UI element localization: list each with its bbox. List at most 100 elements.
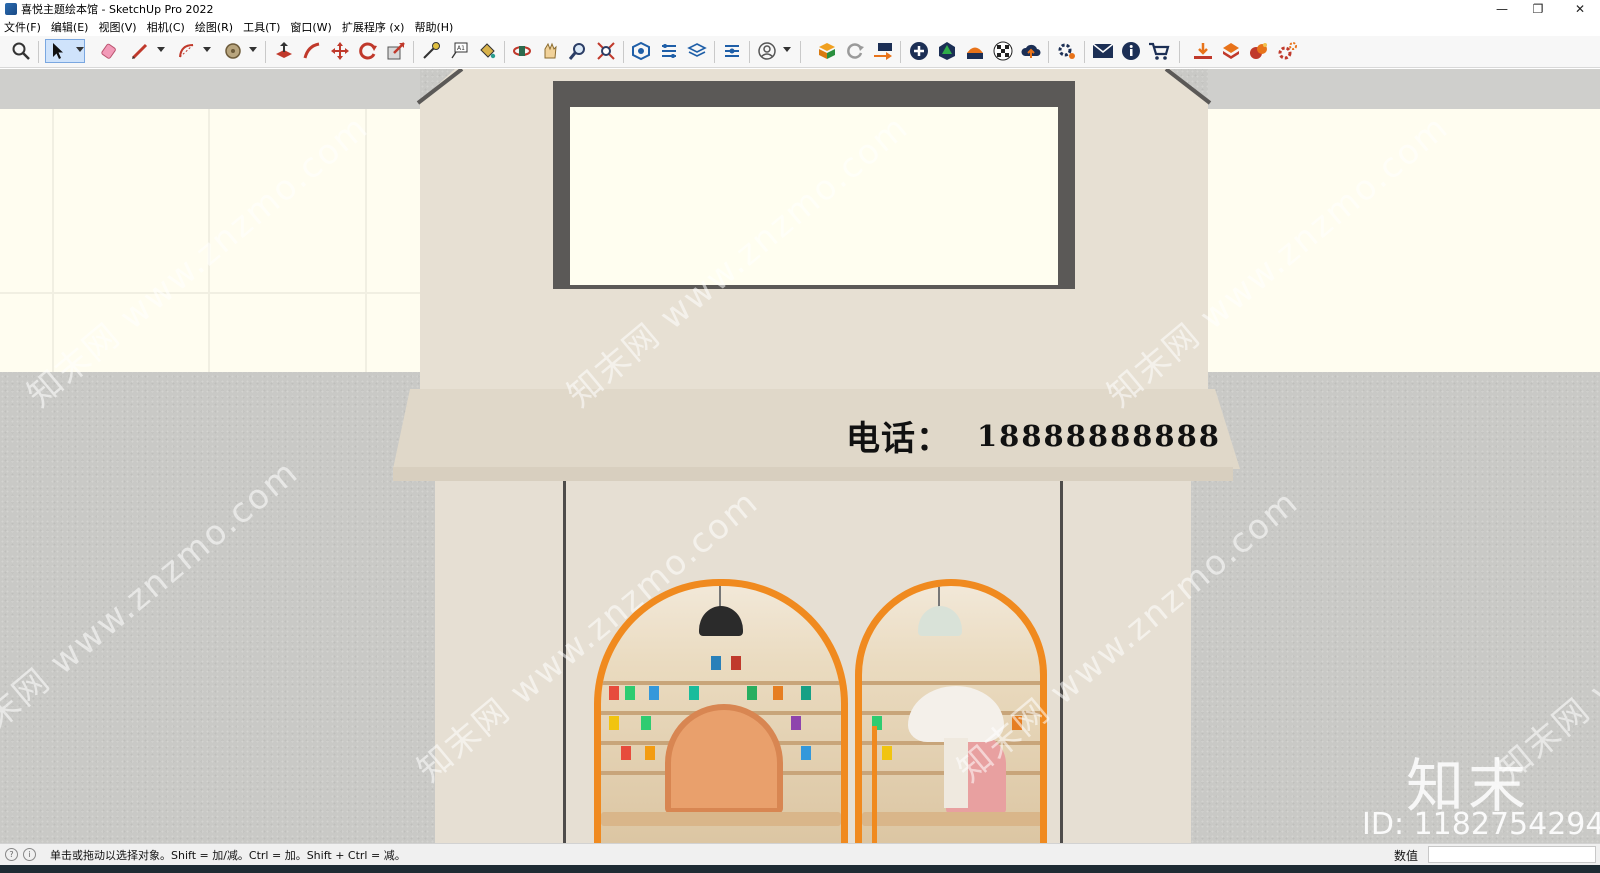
toolbar-separator [1084,41,1085,63]
minimize-button[interactable]: — [1484,0,1520,18]
phone-number: 18888888888 [977,419,1221,453]
layers-icon[interactable] [685,39,709,63]
toolbar-separator [1179,41,1180,63]
menu-help[interactable]: 帮助(H) [414,19,453,35]
profile-dropdown-icon[interactable] [783,47,791,52]
styles-icon[interactable] [720,39,744,63]
menu-draw[interactable]: 绘图(R) [195,19,233,35]
book [621,746,631,760]
book [882,746,892,760]
menu-camera[interactable]: 相机(C) [147,19,185,35]
geo-location-icon[interactable]: ? [5,848,18,861]
book [747,686,757,700]
export-icon[interactable] [871,39,895,63]
info-status-icon[interactable]: i [23,848,36,861]
book [731,656,741,670]
tape-measure-icon[interactable] [419,39,443,63]
plugin-icon[interactable] [815,39,839,63]
menu-bar: 文件(F) 编辑(E) 视图(V) 相机(C) 绘图(R) 工具(T) 窗口(W… [0,18,1600,36]
toolbar-separator [800,41,801,63]
book [649,686,659,700]
close-button[interactable]: ✕ [1562,0,1598,18]
pendant-lamp [918,606,962,636]
cloud-icon[interactable] [1019,39,1043,63]
toolbar-separator [265,41,266,63]
arc-icon[interactable] [175,39,199,63]
warehouse-icon[interactable] [629,39,653,63]
text-icon[interactable]: A1 [447,39,471,63]
menu-extensions[interactable]: 扩展程序 (x) [342,19,405,35]
toolbar-separator [504,41,505,63]
mail-icon[interactable] [1091,39,1115,63]
upload-icon[interactable] [1219,39,1243,63]
eraser-icon[interactable] [98,39,122,63]
book [689,686,699,700]
toolbar-separator [1048,41,1049,63]
pan-icon[interactable] [538,39,562,63]
book [711,656,721,670]
brand-id: ID: 1182754294 [1362,807,1600,842]
lamp-cord [719,586,721,608]
settings-icon[interactable] [1055,39,1079,63]
rotate-icon[interactable] [356,39,380,63]
checker-icon[interactable] [991,39,1015,63]
toolbar-separator [714,41,715,63]
zoom-icon[interactable] [566,39,590,63]
tape-dropdown-icon[interactable] [249,47,257,52]
gear-icon[interactable] [1275,39,1299,63]
menu-edit[interactable]: 编辑(E) [51,19,89,35]
extension-icon[interactable] [657,39,681,63]
render-icon[interactable] [963,39,987,63]
toolbar-separator [623,41,624,63]
zoom-extents-icon[interactable] [9,39,33,63]
lamp-cord [938,586,940,608]
book [609,686,619,700]
main-toolbar: A1 [0,36,1600,68]
model-viewport[interactable]: 电话： 18888888888 知末网 www.znzmo.com 知末网 ww… [0,69,1600,843]
maximize-button[interactable]: ❐ [1520,0,1556,18]
reading-table [601,812,841,826]
taskbar-edge [0,865,1600,873]
pendant-lamp [699,606,743,636]
follow-me-icon[interactable] [300,39,324,63]
select-dropdown-icon[interactable] [76,47,84,52]
menu-window[interactable]: 窗口(W) [290,19,331,35]
download-icon[interactable] [1191,39,1215,63]
menu-tools[interactable]: 工具(T) [243,19,280,35]
reading-table [862,812,1040,826]
arc-dropdown-icon[interactable] [203,47,211,52]
door-handle [872,726,877,843]
pencil-dropdown-icon[interactable] [157,47,165,52]
book [641,716,651,730]
info-icon[interactable] [1119,39,1143,63]
measurements-input[interactable] [1428,846,1596,863]
profile-icon[interactable] [755,39,779,63]
scale-icon[interactable] [384,39,408,63]
book [773,686,783,700]
sketchup-logo-icon [5,3,17,15]
paint-bucket-icon[interactable] [475,39,499,63]
tree-icon[interactable] [935,39,959,63]
orbit-icon[interactable] [510,39,534,63]
window-title: 喜悦主题绘本馆 - SketchUp Pro 2022 [21,3,214,16]
awning-edge [393,467,1233,481]
reading-nook-chair [665,704,783,814]
book [645,746,655,760]
title-bar: 喜悦主题绘本馆 - SketchUp Pro 2022 — ❐ ✕ [0,0,1600,18]
menu-file[interactable]: 文件(F) [4,19,41,35]
push-pull-icon[interactable] [272,39,296,63]
bookshelf [862,681,1040,685]
pencil-icon[interactable] [128,39,152,63]
menu-view[interactable]: 视图(V) [98,19,136,35]
tape-icon[interactable] [221,39,245,63]
move-icon[interactable] [328,39,352,63]
zoom-window-icon[interactable] [594,39,618,63]
phone-label: 电话： [846,419,951,459]
book [801,686,811,700]
refresh-icon[interactable] [843,39,867,63]
bookshelf [601,681,841,685]
add-icon[interactable] [907,39,931,63]
cart-icon[interactable] [1147,39,1171,63]
svg-text:A1: A1 [457,45,465,52]
material-icon[interactable] [1247,39,1271,63]
